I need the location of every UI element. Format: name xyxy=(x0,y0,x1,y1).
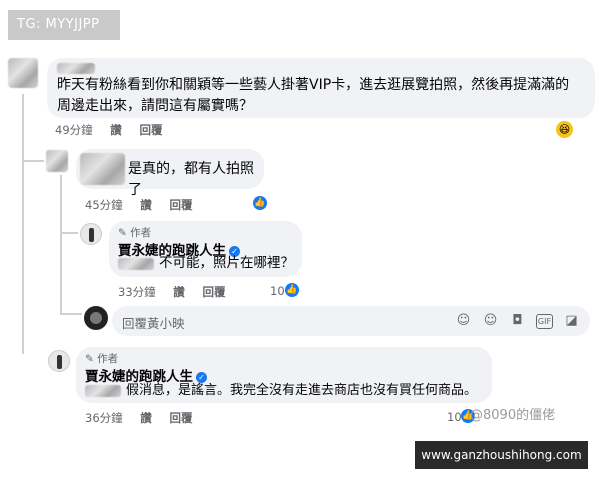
avatar[interactable] xyxy=(48,350,70,372)
like-link[interactable]: 讚 xyxy=(173,285,185,299)
comment-time: 45分鐘 xyxy=(85,198,123,212)
avatar[interactable] xyxy=(80,223,102,245)
comment-time: 49分鐘 xyxy=(55,123,93,137)
tg-tag: TG: MYYJJPP xyxy=(8,10,120,40)
avatar-sticker-icon[interactable]: ☺ xyxy=(455,312,472,329)
like-reaction-icon: 👍 xyxy=(285,283,299,297)
author-badge: ✎ 作者 xyxy=(85,353,119,365)
comment-meta: 36分鐘 讚 回覆 xyxy=(85,410,206,426)
emoji-icon[interactable]: ☺ xyxy=(482,312,499,329)
comment-text: 假消息，是謠言。我完全沒有走進去商店也沒有買任何商品。 xyxy=(126,383,478,398)
reaction-count: 10 xyxy=(270,284,285,298)
reply-link[interactable]: 回覆 xyxy=(139,123,162,137)
comment-bubble: 昨天有粉絲看到你和關穎等一些藝人掛著VIP卡，進去逛展覽拍照，然後再提滿滿的周邊… xyxy=(47,58,595,118)
thread-branch xyxy=(22,160,44,162)
blurred-name xyxy=(118,258,154,270)
thread-branch xyxy=(60,313,82,315)
comment-text: 是真的，都有人拍照了 xyxy=(128,161,254,198)
thread-line xyxy=(60,175,62,315)
comment-meta: 33分鐘 讚 回覆 xyxy=(118,284,239,300)
gif-icon[interactable]: GIF xyxy=(536,314,553,329)
like-reaction-icon: 👍 xyxy=(253,196,267,210)
blurred-name xyxy=(85,385,121,397)
laughing-emoji-icon: 😆 xyxy=(556,121,573,138)
comment-bubble: ✎ 作者 賈永婕的跑跳人生 ✓ 不可能，照片在哪裡？ xyxy=(109,221,302,277)
reply-placeholder: 回覆黃小映 xyxy=(122,316,185,331)
reply-link[interactable]: 回覆 xyxy=(202,285,225,299)
avatar[interactable] xyxy=(8,58,38,88)
blurred-name xyxy=(80,153,125,185)
like-link[interactable]: 讚 xyxy=(110,123,122,137)
comment-text: 不可能，照片在哪裡？ xyxy=(159,255,294,271)
like-link[interactable]: 讚 xyxy=(140,198,152,212)
comment-meta: 45分鐘 讚 回覆 xyxy=(85,197,206,213)
comment-bubble: ✎ 作者 賈永婕的跑跳人生 ✓ 假消息，是謠言。我完全沒有走進去商店也沒有買任何商… xyxy=(76,347,492,403)
blurred-name xyxy=(57,63,95,74)
current-user-avatar[interactable] xyxy=(84,306,108,330)
reply-link[interactable]: 回覆 xyxy=(169,411,192,425)
site-url: www.ganzhoushihong.com xyxy=(415,441,588,469)
comment-bubble: 是真的，都有人拍照了 xyxy=(76,149,264,198)
comment-time: 33分鐘 xyxy=(118,285,156,299)
comment-text: 昨天有粉絲看到你和關穎等一些藝人掛著VIP卡，進去逛展覽拍照，然後再提滿滿的周邊… xyxy=(57,77,570,114)
avatar[interactable] xyxy=(46,150,68,172)
sticker-icon[interactable]: ◪ xyxy=(563,312,580,329)
watermark: @8090的僵佬 xyxy=(470,408,556,423)
reply-link[interactable]: 回覆 xyxy=(169,198,192,212)
comment-meta: 49分鐘 讚 回覆 xyxy=(55,122,176,138)
author-badge: ✎ 作者 xyxy=(118,227,152,239)
thread-branch xyxy=(60,232,78,234)
thread-line xyxy=(22,94,24,354)
comment-time: 36分鐘 xyxy=(85,411,123,425)
like-link[interactable]: 讚 xyxy=(140,411,152,425)
reply-input[interactable]: 回覆黃小映 ☺ ☺ ◘ GIF ◪ xyxy=(112,306,590,336)
camera-icon[interactable]: ◘ xyxy=(509,312,526,329)
reaction-count: 10 xyxy=(447,410,462,424)
